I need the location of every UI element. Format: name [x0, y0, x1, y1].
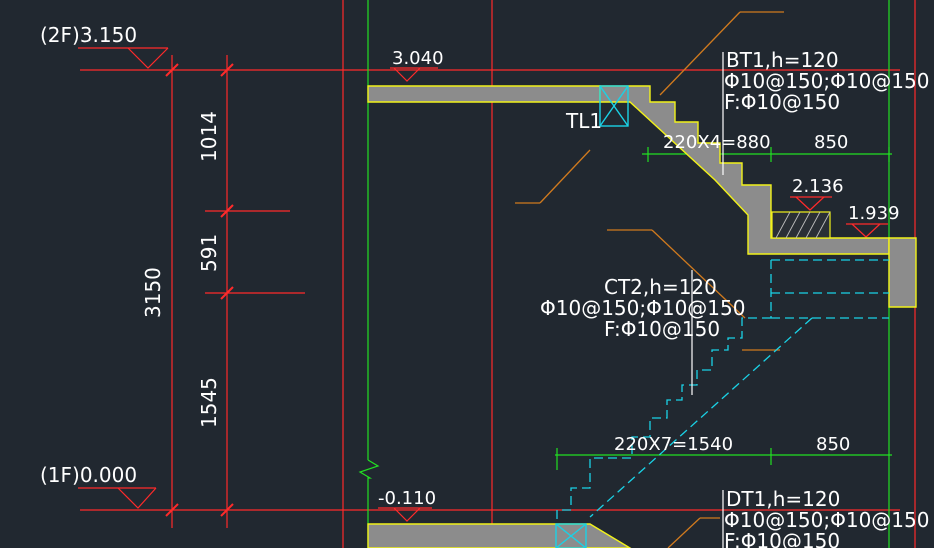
stair-lower-run: 220X7=1540 — [614, 434, 733, 455]
bt1-dist: F:Φ10@150 — [724, 90, 840, 114]
level-minus0110-label: -0.110 — [378, 488, 436, 509]
level-1f-label: (1F)0.000 — [40, 463, 137, 487]
stair-lower-landing: 850 — [816, 434, 850, 455]
level-1939-label: 1.939 — [848, 203, 900, 224]
stair-upper-landing: 850 — [814, 132, 848, 153]
dimension-seg-top: 1014 — [197, 111, 221, 162]
dt1-dist: F:Φ10@150 — [724, 529, 840, 548]
hatch-patch — [771, 211, 831, 239]
level-2136-label: 2.136 — [792, 176, 844, 197]
upper-landing-slab — [367, 85, 601, 103]
level-2f-label: (2F)3.150 — [40, 23, 137, 47]
ct2-dist: F:Φ10@150 — [604, 317, 720, 341]
level-3040-label: 3.040 — [392, 48, 444, 69]
lower-landing-slab — [367, 523, 632, 548]
stair-upper-run: 220X4=880 — [663, 132, 771, 153]
right-wall — [888, 237, 917, 308]
dimension-seg-bottom: 1545 — [197, 377, 221, 428]
dimension-total: 3150 — [141, 267, 165, 318]
dimension-seg-mid: 591 — [197, 234, 221, 272]
beam-tag-tl1: TL1 — [565, 109, 602, 133]
stair-section-drawing: (2F)3.150 (1F)0.000 3.040 -0.110 2.136 1… — [40, 0, 929, 548]
